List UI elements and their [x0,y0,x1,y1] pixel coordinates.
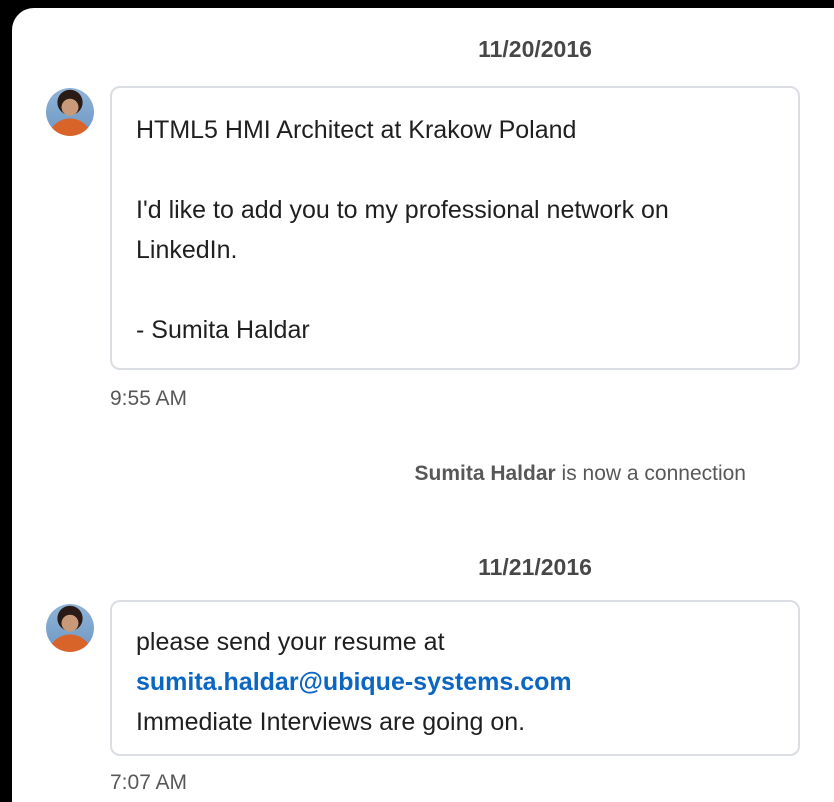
connection-event: Sumita Haldar is now a connection [0,462,834,486]
message-line: Immediate Interviews are going on. [136,708,526,736]
message-timestamp: 9:55 AM [110,387,188,410]
sender-avatar[interactable] [46,604,94,652]
message-timestamp: 7:07 AM [110,771,188,794]
message-signature: - Sumita Haldar [136,316,310,344]
connection-event-text: is now a connection [555,462,746,485]
date-separator: 11/20/2016 [478,36,592,62]
message-line: please send your resume at [136,628,445,656]
message-headline: HTML5 HMI Architect at Krakow Poland [136,116,577,144]
connection-name[interactable]: Sumita Haldar [414,462,555,485]
date-separator: 11/21/2016 [478,554,592,580]
message-body: I'd like to add you to my professional n… [136,196,669,264]
message-bubble: please send your resume at sumita.haldar… [110,600,800,756]
sender-avatar[interactable] [46,88,94,136]
email-link[interactable]: sumita.haldar@ubique-systems.com [136,662,774,702]
message-bubble: HTML5 HMI Architect at Krakow Poland I'd… [110,86,800,370]
